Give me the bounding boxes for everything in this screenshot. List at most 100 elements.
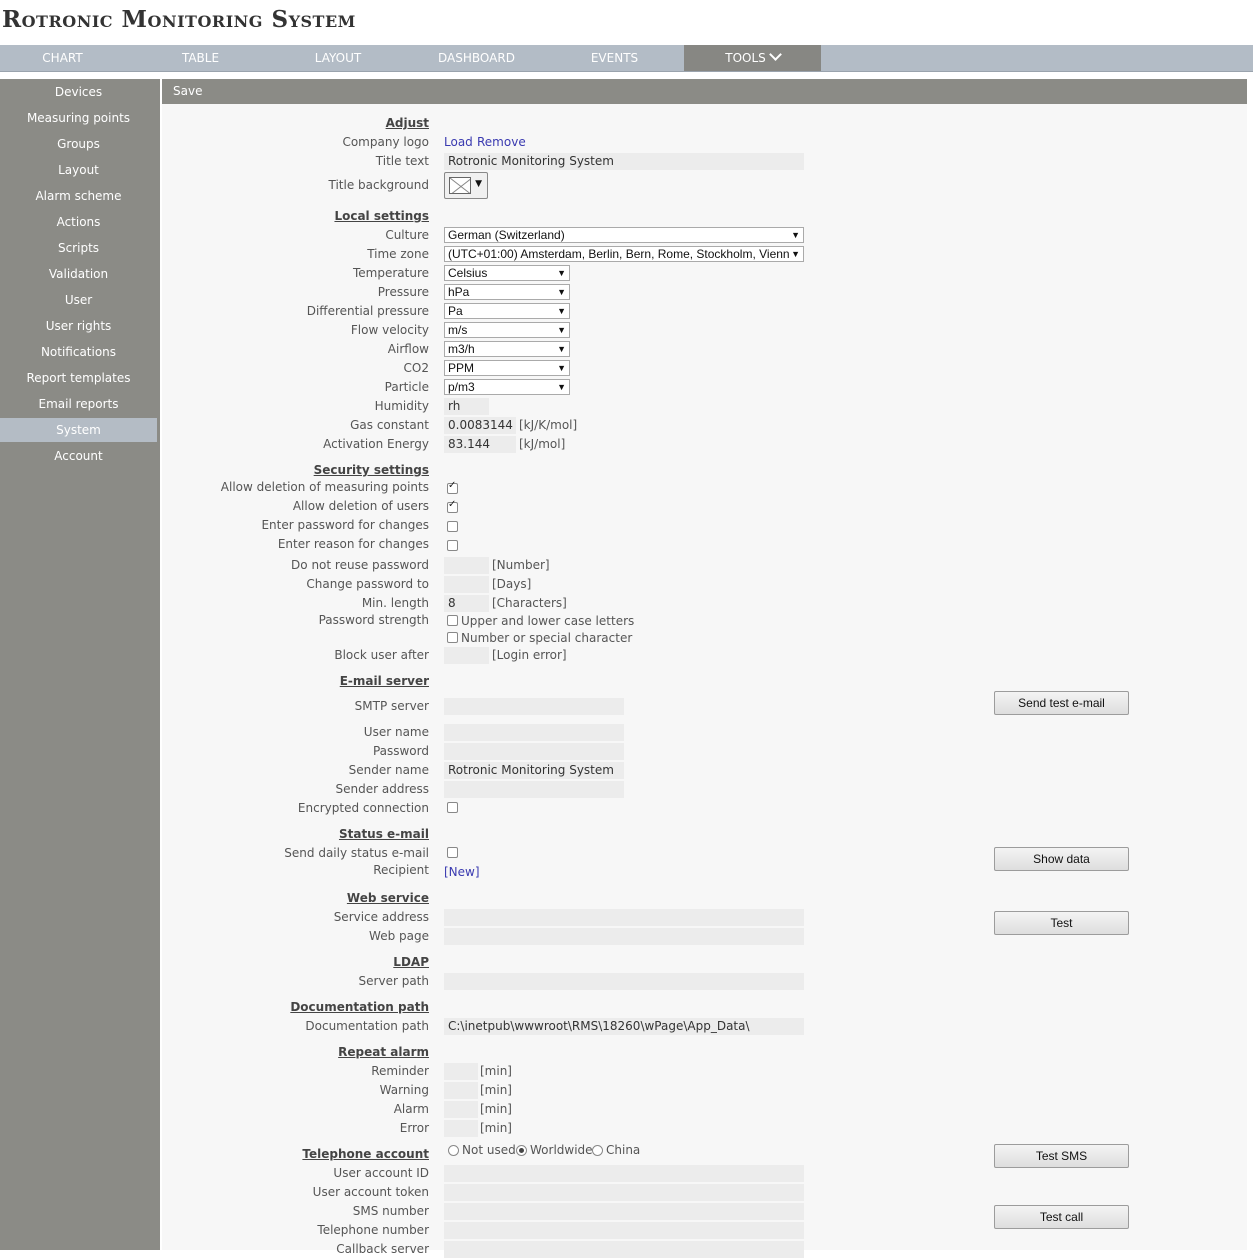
min-length-unit: [Characters] [492, 596, 567, 610]
allow-delete-users-checkbox[interactable] [447, 499, 458, 513]
change-password-input[interactable] [444, 576, 489, 593]
daily-status-checkbox[interactable] [447, 847, 458, 858]
test-sms-button[interactable]: Test SMS [994, 1144, 1129, 1168]
encrypted-connection-label: Encrypted connection [297, 801, 429, 815]
culture-value: German (Switzerland) [448, 228, 565, 242]
airflow-select[interactable]: m3/h ▼ [444, 341, 570, 357]
airflow-label: Airflow [387, 342, 429, 356]
phone-number-input[interactable] [444, 1222, 804, 1239]
new-recipient-link[interactable]: [New] [444, 865, 480, 879]
show-data-button[interactable]: Show data [994, 847, 1129, 871]
reminder-input[interactable] [444, 1063, 478, 1080]
sender-address-input[interactable] [444, 781, 624, 798]
documentation-path-input[interactable]: C:\inetpub\wwwroot\RMS\18260\wPage\App_D… [444, 1018, 804, 1035]
enter-password-checkbox[interactable] [447, 521, 458, 532]
test-web-service-button[interactable]: Test [994, 911, 1129, 935]
sidebar-item-user-rights[interactable]: User rights [0, 314, 157, 338]
tab-tools[interactable]: TOOLS [684, 45, 821, 71]
server-path-input[interactable] [444, 973, 804, 990]
sidebar-item-measuring-points[interactable]: Measuring points [0, 106, 157, 130]
sidebar-item-validation[interactable]: Validation [0, 262, 157, 286]
min-length-input[interactable]: 8 [444, 595, 489, 612]
sidebar-item-system[interactable]: System [0, 418, 157, 442]
allow-delete-users-label: Allow deletion of users [292, 499, 429, 513]
app-title: Rotronic Monitoring System [2, 6, 356, 33]
alarm-unit: [min] [480, 1102, 512, 1116]
web-page-input[interactable] [444, 928, 804, 945]
particle-select[interactable]: p/m3 ▼ [444, 379, 570, 395]
title-background-color-picker[interactable]: ▼ [444, 172, 488, 199]
phone-number-label: Telephone number [317, 1223, 429, 1237]
service-address-input[interactable] [444, 909, 804, 926]
culture-select[interactable]: German (Switzerland) ▼ [444, 227, 804, 243]
sidebar-item-actions[interactable]: Actions [0, 210, 157, 234]
tab-dashboard[interactable]: DASHBOARD [414, 45, 539, 71]
tab-table[interactable]: TABLE [138, 45, 263, 71]
sidebar-item-notifications[interactable]: Notifications [0, 340, 157, 364]
allow-delete-mp-checkbox[interactable] [447, 480, 458, 494]
radio-china[interactable] [592, 1145, 603, 1156]
warning-input[interactable] [444, 1082, 478, 1099]
sender-name-input[interactable]: Rotronic Monitoring System [444, 762, 624, 779]
section-repeat-alarm: Repeat alarm [338, 1045, 429, 1059]
sidebar-item-groups[interactable]: Groups [0, 132, 157, 156]
activation-energy-input[interactable]: 83.144 [444, 436, 516, 453]
upper-lower-checkbox[interactable] [447, 615, 458, 626]
radio-worldwide-label: Worldwide [530, 1143, 593, 1157]
save-button[interactable]: Save [173, 79, 202, 104]
tab-layout[interactable]: LAYOUT [275, 45, 401, 71]
diff-pressure-value: Pa [448, 304, 463, 318]
tab-chart[interactable]: CHART [0, 45, 125, 71]
section-status-email: Status e-mail [338, 827, 429, 841]
no-reuse-input[interactable] [444, 557, 489, 574]
remove-logo-link[interactable]: Remove [477, 135, 526, 149]
gas-constant-input[interactable]: 0.0083144 [444, 417, 516, 434]
sidebar-item-account[interactable]: Account [0, 444, 157, 468]
time-zone-select[interactable]: (UTC+01:00) Amsterdam, Berlin, Bern, Rom… [444, 246, 804, 262]
sidebar-item-devices[interactable]: Devices [0, 80, 157, 104]
sidebar-item-scripts[interactable]: Scripts [0, 236, 157, 260]
radio-not-used[interactable] [448, 1145, 459, 1156]
account-token-label: User account token [312, 1185, 429, 1199]
load-logo-link[interactable]: Load [444, 135, 473, 149]
diff-pressure-select[interactable]: Pa ▼ [444, 303, 570, 319]
title-text-input[interactable]: Rotronic Monitoring System [444, 153, 804, 170]
flow-velocity-select[interactable]: m/s ▼ [444, 322, 570, 338]
diff-pressure-label: Differential pressure [306, 304, 429, 318]
radio-china-label: China [606, 1143, 641, 1157]
daily-status-label: Send daily status e-mail [284, 846, 429, 860]
chevron-down-icon: ▼ [555, 323, 566, 337]
account-id-input[interactable] [444, 1165, 804, 1182]
flow-velocity-value: m/s [448, 323, 468, 337]
radio-worldwide[interactable] [516, 1145, 527, 1156]
enter-password-label: Enter password for changes [261, 518, 429, 532]
tab-events[interactable]: EVENTS [552, 45, 677, 71]
password-input[interactable] [444, 743, 624, 760]
sidebar-item-layout[interactable]: Layout [0, 158, 157, 182]
temperature-select[interactable]: Celsius ▼ [444, 265, 570, 281]
account-token-input[interactable] [444, 1184, 804, 1201]
sms-number-input[interactable] [444, 1203, 804, 1220]
block-user-input[interactable] [444, 647, 489, 664]
send-test-email-button[interactable]: Send test e-mail [994, 691, 1129, 715]
error-input[interactable] [444, 1120, 478, 1137]
encrypted-connection-checkbox[interactable] [447, 802, 458, 813]
humidity-input[interactable]: rh [444, 398, 489, 415]
gas-constant-unit: [kJ/K/mol] [519, 418, 578, 432]
pressure-select[interactable]: hPa ▼ [444, 284, 570, 300]
test-call-button[interactable]: Test call [994, 1205, 1129, 1229]
alarm-input[interactable] [444, 1101, 478, 1118]
chevron-down-icon: ▼ [555, 266, 566, 280]
sidebar-item-user[interactable]: User [0, 288, 157, 312]
co2-select[interactable]: PPM ▼ [444, 360, 570, 376]
smtp-server-input[interactable] [444, 698, 624, 715]
user-name-input[interactable] [444, 724, 624, 741]
user-name-label: User name [363, 725, 429, 739]
sidebar-item-alarm-scheme[interactable]: Alarm scheme [0, 184, 157, 208]
number-special-checkbox[interactable] [447, 632, 458, 643]
enter-reason-checkbox[interactable] [447, 540, 458, 551]
section-email-server: E-mail server [339, 674, 429, 688]
sidebar-item-report-templates[interactable]: Report templates [0, 366, 157, 390]
co2-value: PPM [448, 361, 475, 375]
sidebar-item-email-reports[interactable]: Email reports [0, 392, 157, 416]
